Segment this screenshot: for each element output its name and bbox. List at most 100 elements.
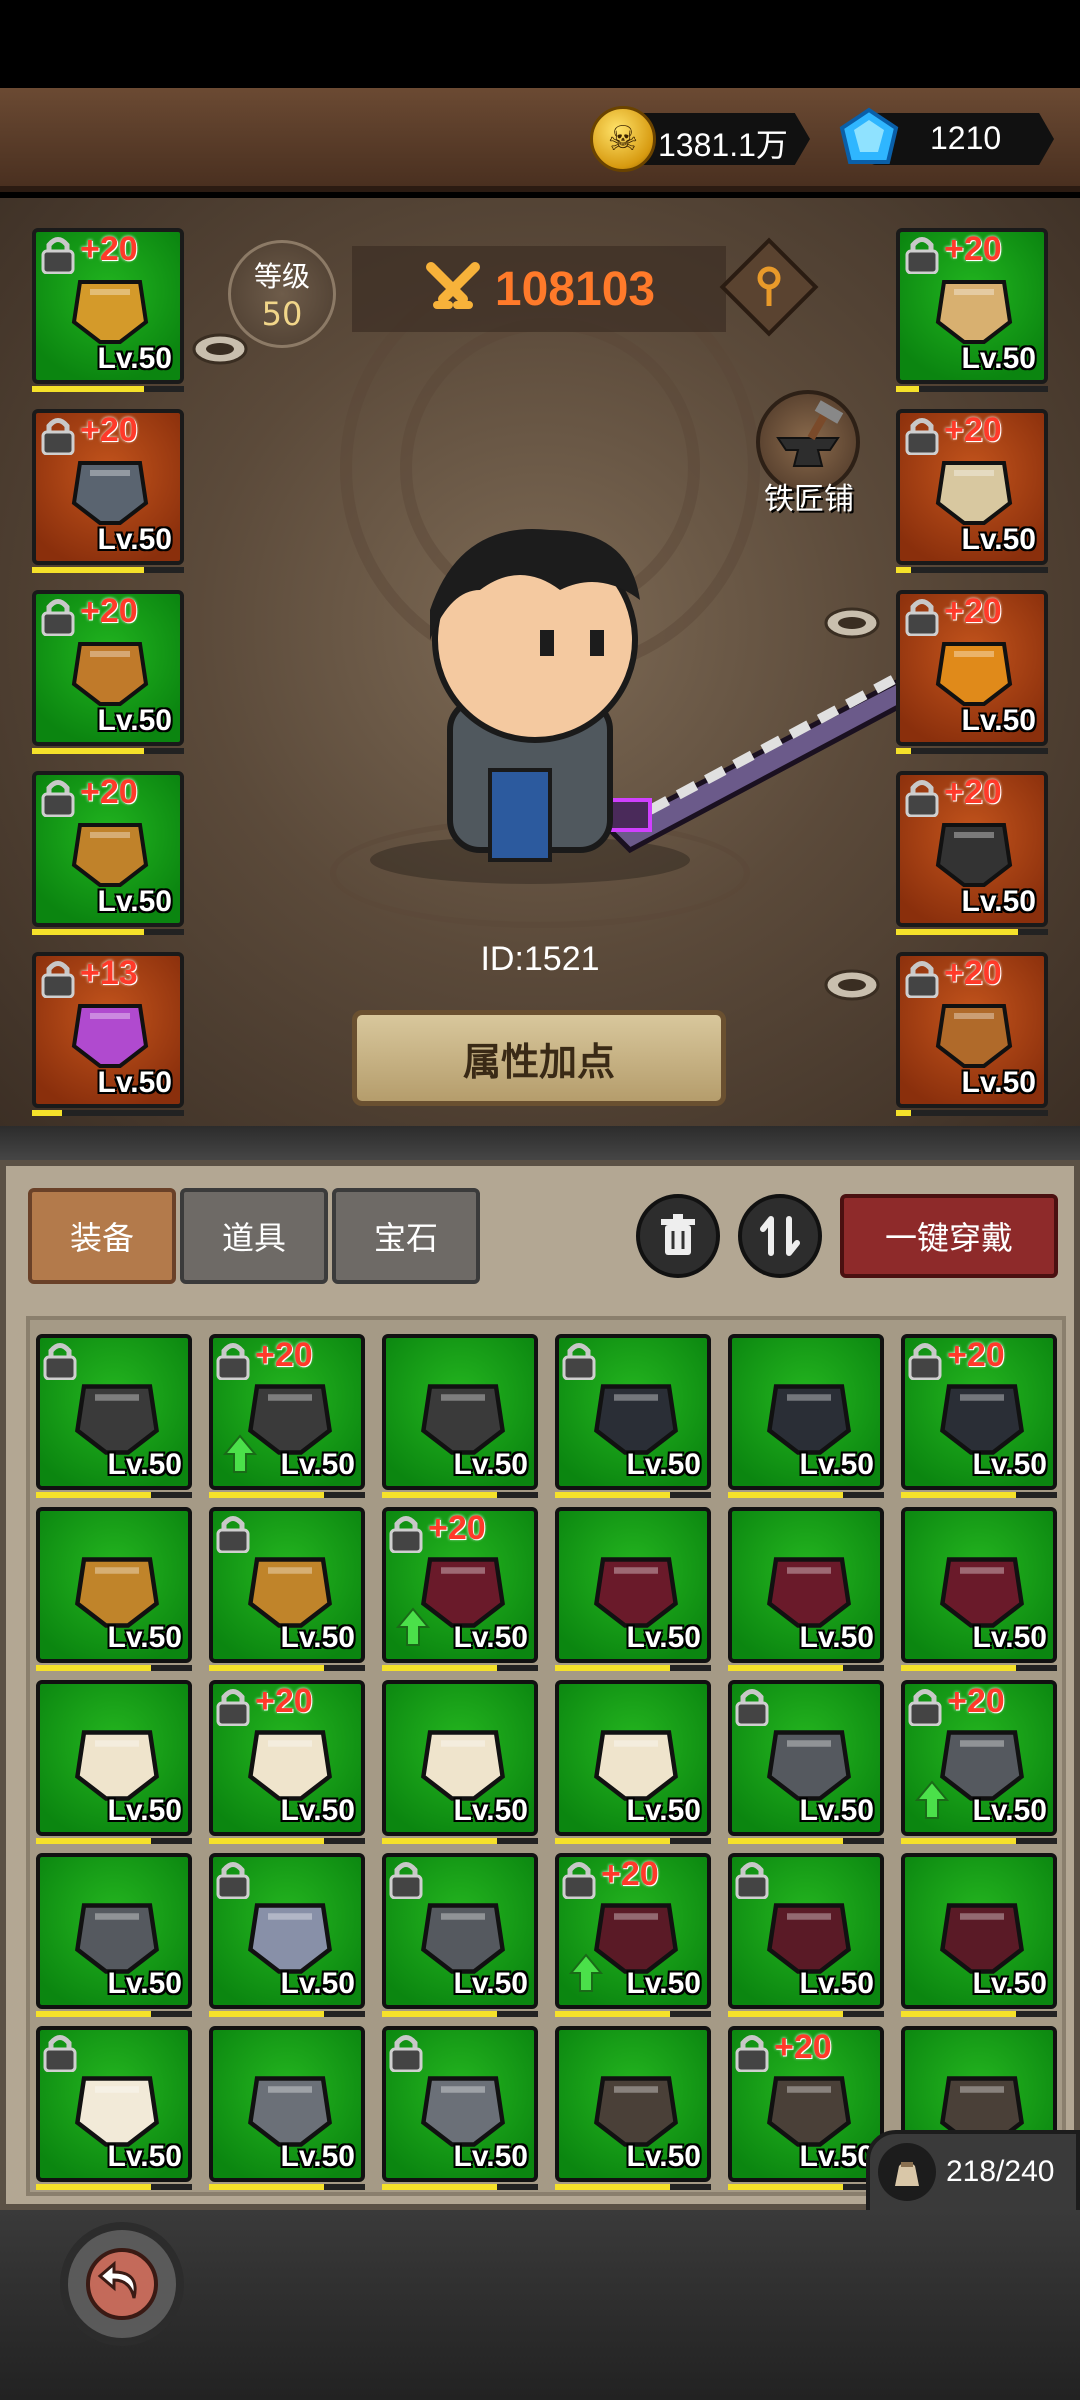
item-level: Lv.50 [799, 1621, 875, 1654]
inventory-item[interactable]: Lv.50 [728, 1853, 884, 2009]
inventory-item[interactable]: Lv.50 [382, 1334, 538, 1490]
inventory-item[interactable]: +20 Lv.50 [728, 2026, 884, 2182]
lock-icon [41, 418, 75, 455]
item-progress-bar [36, 2184, 192, 2190]
item-level: Lv.50 [799, 1448, 875, 1481]
equip-slot-right-1[interactable]: +20 Lv.50 [896, 228, 1048, 384]
lock-icon [389, 1516, 423, 1553]
item-level: Lv.50 [97, 1066, 173, 1099]
enhance-level: +20 [944, 954, 1002, 992]
tab-gems[interactable]: 宝石 [332, 1188, 480, 1284]
item-level: Lv.50 [280, 1448, 356, 1481]
enhance-level: +20 [947, 1336, 1005, 1374]
item-level: Lv.50 [107, 1794, 183, 1827]
bag-capacity[interactable]: 218/240 [866, 2130, 1080, 2214]
tab-items[interactable]: 道具 [180, 1188, 328, 1284]
equip-slot-left-2[interactable]: +20 Lv.50 [32, 409, 184, 565]
up-arrow-icon [915, 1780, 949, 1819]
hero-character [370, 529, 934, 884]
inventory-item[interactable]: Lv.50 [382, 2026, 538, 2182]
inventory-grid: Lv.50 +20 Lv.50 Lv.50 Lv.50 Lv.50 +20 Lv.50 Lv.5… [26, 1316, 1066, 2196]
item-progress-bar [209, 1665, 365, 1671]
equip-all-button[interactable]: 一键穿戴 [840, 1194, 1058, 1278]
equip-slot-left-4[interactable]: +20 Lv.50 [32, 771, 184, 927]
equip-slot-right-5[interactable]: +20 Lv.50 [896, 952, 1048, 1108]
eye-icon[interactable] [824, 968, 880, 1002]
back-button[interactable] [60, 2222, 184, 2346]
eye-icon[interactable] [192, 332, 248, 366]
gold-counter[interactable]: ☠ 1381.1万 [590, 106, 810, 172]
lock-icon [389, 1862, 423, 1899]
horn-icon [935, 642, 1013, 706]
equip-slot-right-2[interactable]: +20 Lv.50 [896, 409, 1048, 565]
item-level: Lv.50 [626, 1448, 702, 1481]
diamond-amount: 1210 [930, 120, 1002, 156]
leg-armor-icon [71, 642, 149, 706]
equip-slot-right-4[interactable]: +20 Lv.50 [896, 771, 1048, 927]
inventory-item[interactable]: Lv.50 [555, 1507, 711, 1663]
item-progress-bar [36, 1838, 192, 1844]
inventory-item[interactable]: Lv.50 [36, 1853, 192, 2009]
bag-icon [878, 2143, 936, 2201]
item-progress-bar [36, 1665, 192, 1671]
item-progress-bar [209, 1492, 365, 1498]
inventory-item[interactable]: Lv.50 [555, 1680, 711, 1836]
inventory-item[interactable]: Lv.50 [209, 1853, 365, 2009]
item-progress-bar [382, 1492, 538, 1498]
sort-button[interactable] [738, 1194, 822, 1278]
item-level: Lv.50 [961, 1066, 1037, 1099]
inventory-item[interactable]: Lv.50 [901, 1853, 1057, 2009]
item-level: Lv.50 [280, 2140, 356, 2173]
inventory-item[interactable]: Lv.50 [36, 1334, 192, 1490]
lock-icon [43, 1343, 77, 1380]
equip-slot-right-3[interactable]: +20 Lv.50 [896, 590, 1048, 746]
inventory-item[interactable]: Lv.50 [209, 1507, 365, 1663]
inventory-item[interactable]: Lv.50 [901, 1507, 1057, 1663]
inventory-item[interactable]: Lv.50 [728, 1507, 884, 1663]
slot-progress-bar [32, 929, 184, 935]
combat-power-value: 108103 [494, 262, 656, 316]
inventory-item[interactable]: Lv.50 [555, 2026, 711, 2182]
lock-icon [43, 2035, 77, 2072]
discard-button[interactable] [636, 1194, 720, 1278]
equip-slot-left-5[interactable]: +13 Lv.50 [32, 952, 184, 1108]
item-progress-bar [555, 1838, 711, 1844]
enhance-level: +20 [255, 1336, 313, 1374]
inventory-item[interactable]: Lv.50 [728, 1334, 884, 1490]
lock-icon [216, 1516, 250, 1553]
back-icon [86, 2248, 158, 2320]
equip-slot-left-3[interactable]: +20 Lv.50 [32, 590, 184, 746]
item-level: Lv.50 [280, 1794, 356, 1827]
item-progress-bar [382, 1838, 538, 1844]
inventory-item[interactable]: Lv.50 [36, 1507, 192, 1663]
equip-slot-left-1[interactable]: +20 Lv.50 [32, 228, 184, 384]
enhance-level: +20 [601, 1855, 659, 1893]
inventory-item[interactable]: +20 Lv.50 [209, 1334, 365, 1490]
attribute-points-button[interactable]: 属性加点 [352, 1010, 726, 1106]
item-level: Lv.50 [453, 1621, 529, 1654]
item-progress-bar [382, 1665, 538, 1671]
inventory-item[interactable]: Lv.50 [382, 1680, 538, 1836]
inventory-item[interactable]: Lv.50 [555, 1334, 711, 1490]
game-screen: ☠ 1381.1万 1210 等级 50 108103 铁匠铺 ID:1521 … [0, 0, 1080, 2400]
inventory-item[interactable]: Lv.50 [209, 2026, 365, 2182]
key-icon [757, 266, 781, 306]
inventory-item[interactable]: +20 Lv.50 [209, 1680, 365, 1836]
inventory-item[interactable]: Lv.50 [36, 1680, 192, 1836]
inventory-item[interactable]: +20 Lv.50 [901, 1680, 1057, 1836]
lock-icon [41, 237, 75, 274]
inventory-item[interactable]: Lv.50 [728, 1680, 884, 1836]
item-progress-bar [209, 2011, 365, 2017]
inventory-item[interactable]: Lv.50 [382, 1853, 538, 2009]
item-level: Lv.50 [453, 1967, 529, 2000]
item-progress-bar [901, 1665, 1057, 1671]
inventory-item[interactable]: +20 Lv.50 [382, 1507, 538, 1663]
tab-equipment[interactable]: 装备 [28, 1188, 176, 1284]
lock-icon [389, 2035, 423, 2072]
lock-icon [905, 418, 939, 455]
inventory-item[interactable]: +20 Lv.50 [555, 1853, 711, 2009]
inventory-item[interactable]: +20 Lv.50 [901, 1334, 1057, 1490]
player-id: ID:1521 [480, 940, 600, 978]
inventory-item[interactable]: Lv.50 [36, 2026, 192, 2182]
diamond-counter[interactable]: 1210 [834, 106, 1054, 172]
